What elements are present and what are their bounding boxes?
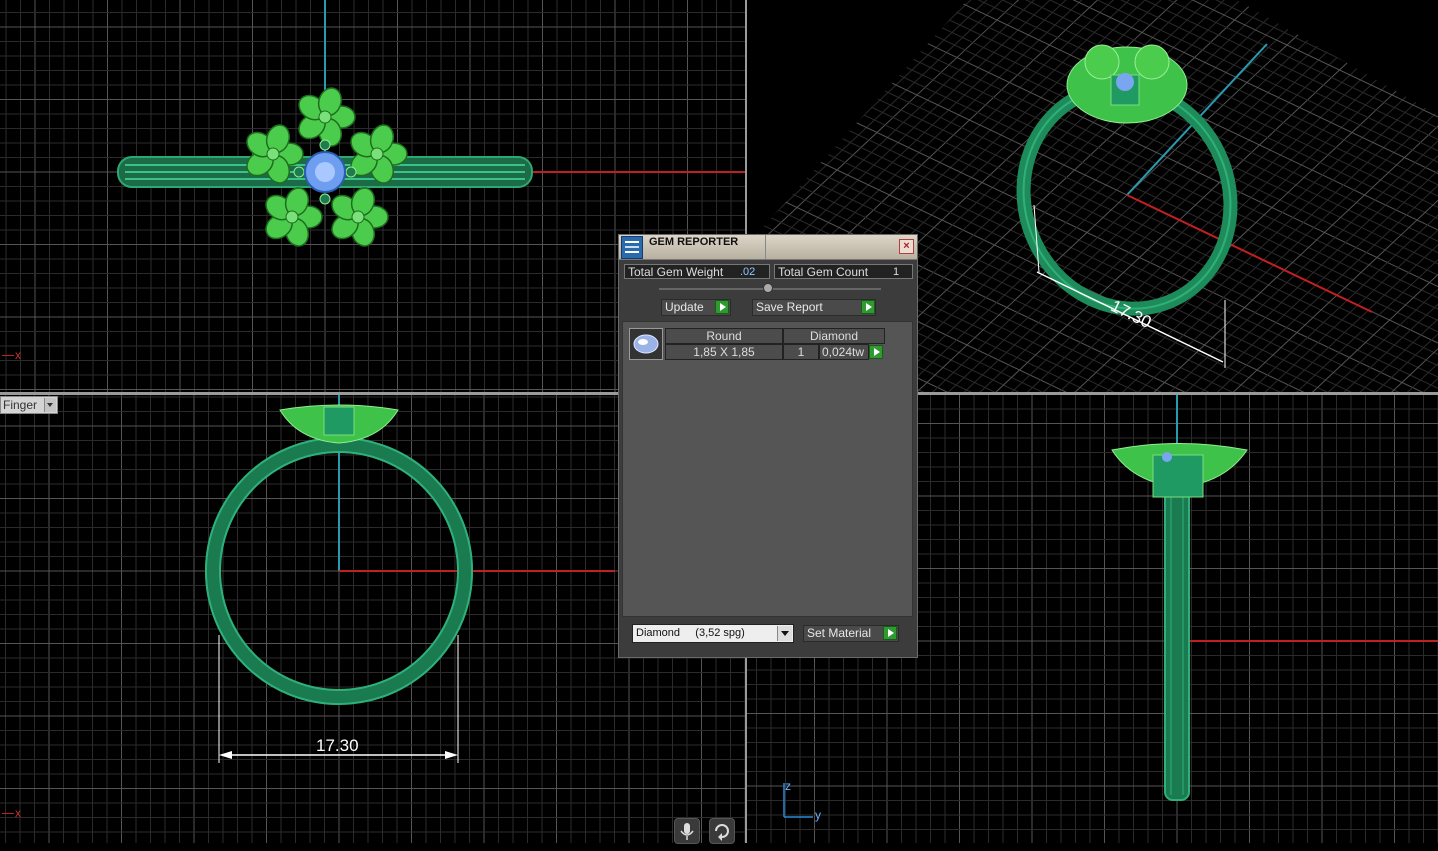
triad-z-label: z — [785, 779, 791, 793]
material-select[interactable]: Diamond (3,52 spg) — [632, 624, 794, 643]
total-count-label: Total Gem Count — [778, 265, 868, 279]
close-icon[interactable]: × — [899, 239, 914, 254]
total-count-field: Total Gem Count 1 — [774, 264, 913, 279]
total-weight-label: Total Gem Weight — [628, 265, 723, 279]
gem-row[interactable]: Round Diamond 1,85 X 1,85 1 0,024tw — [629, 328, 889, 362]
gem-reporter-dialog: GEM REPORTER × Total Gem Weight .02 Tota… — [618, 234, 918, 658]
chevron-down-icon[interactable] — [777, 626, 792, 641]
update-go-icon[interactable] — [715, 300, 729, 314]
finger-dropdown-label: Finger — [3, 398, 37, 412]
save-report-go-icon[interactable] — [861, 300, 875, 314]
rotate-button[interactable] — [709, 818, 735, 844]
set-material-go-icon[interactable] — [883, 626, 897, 640]
triad-y-label: y — [815, 808, 821, 822]
gem-list[interactable]: Round Diamond 1,85 X 1,85 1 0,024tw — [622, 321, 913, 617]
microphone-button[interactable] — [674, 818, 700, 844]
total-count-value: 1 — [893, 265, 899, 279]
axis-x-label-front: x — [15, 806, 21, 820]
microphone-icon — [675, 819, 699, 843]
gem-weight-cell: 0,024tw — [819, 344, 869, 360]
update-button-label: Update — [665, 300, 704, 314]
gem-shape-cell: Round — [665, 328, 783, 344]
total-weight-value: .02 — [740, 265, 755, 279]
save-report-label: Save Report — [756, 300, 823, 314]
save-report-button[interactable]: Save Report — [752, 299, 876, 316]
gem-thumbnail-icon — [629, 328, 663, 360]
dialog-title: GEM REPORTER — [649, 236, 738, 248]
gem-count-cell: 1 — [783, 344, 819, 360]
rotate-icon — [710, 819, 734, 843]
gem-reporter-icon — [621, 236, 643, 259]
material-select-value: Diamond (3,52 spg) — [636, 627, 745, 639]
axis-x-label-top: x — [15, 348, 21, 362]
finger-dropdown[interactable]: Finger — [0, 396, 58, 414]
dimension-front: 17.30 — [316, 736, 359, 755]
dialog-titlebar[interactable]: GEM REPORTER × — [619, 235, 917, 260]
chevron-down-icon[interactable] — [44, 398, 56, 412]
gem-material-cell: Diamond — [783, 328, 885, 344]
splitter-handle-icon[interactable] — [763, 283, 773, 293]
total-weight-field: Total Gem Weight .02 — [624, 264, 770, 279]
set-material-label: Set Material — [807, 626, 871, 640]
gem-size-cell: 1,85 X 1,85 — [665, 344, 783, 360]
ring-shank-side — [1165, 485, 1189, 800]
gem-row-go-icon[interactable] — [869, 345, 883, 359]
